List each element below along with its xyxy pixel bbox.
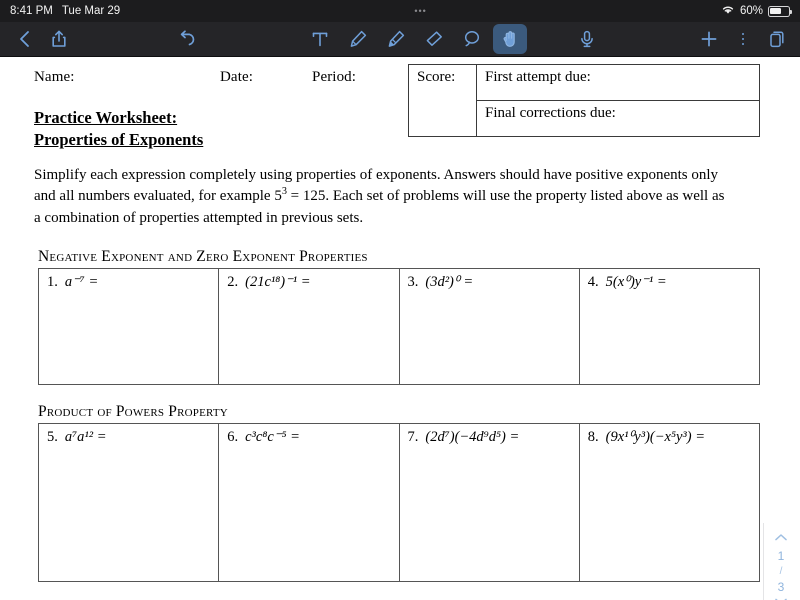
problem-number: 6. (227, 428, 239, 445)
pen-tool-icon[interactable] (341, 24, 375, 54)
problem-expression: a⁷a¹² = (64, 428, 107, 445)
problem-cell-4[interactable]: 4. 5(x⁰)y⁻¹ = (578, 267, 761, 385)
page-title: Practice Worksheet: Properties of Expone… (34, 107, 404, 151)
problem-number: 8. (587, 428, 599, 445)
page-title-line-1: Practice Worksheet: (34, 108, 178, 127)
problem-expression: (3d²)⁰ = (425, 273, 474, 290)
problem-cell-5[interactable]: 5. a⁷a¹² = (37, 422, 220, 582)
instructions-paragraph: Simplify each expression completely usin… (34, 165, 766, 230)
problem-expression: c³c⁸c⁻⁵ = (245, 428, 300, 445)
name-field-label: Name: (34, 69, 75, 85)
first-attempt-due-cell: First attempt due: (476, 64, 760, 101)
status-time: 8:41 PM (10, 5, 53, 17)
problem-expression: (2d⁷)(−4d⁹d⁵) = (425, 428, 520, 445)
problem-number: 1. (47, 273, 58, 290)
problem-number: 7. (407, 428, 419, 445)
markup-toolbar (0, 22, 800, 57)
score-box-row-1: Score: First attempt due: (408, 64, 760, 137)
problem-table-section-2: 5. a⁷a¹² = 6. c³c⁸c⁻⁵ = 7. (2d⁷)(−4d⁹d⁵) = … (37, 422, 761, 582)
multitasking-dots-icon[interactable]: ••• (414, 6, 426, 16)
status-bar: 8:41 PM Tue Mar 29 ••• 60% (0, 0, 800, 22)
toolbar-tools-group (303, 24, 527, 54)
period-field-label: Period: (312, 69, 357, 85)
page-scrubber[interactable]: 1 / 3 (766, 533, 796, 600)
share-icon[interactable] (42, 24, 76, 54)
chevron-up-icon[interactable] (774, 533, 788, 547)
score-label-cell: Score: (408, 64, 477, 137)
problem-cell-7[interactable]: 7. (2d⁷)(−4d⁹d⁵) = (398, 422, 580, 582)
text-tool-icon[interactable] (303, 24, 337, 54)
battery-icon (768, 5, 792, 17)
problem-table-section-1: 1. a⁻⁷ = 2. (21c¹⁸)⁻¹ = 3. (3d²)⁰ = 4. 5(x⁰)… (37, 267, 761, 385)
page-title-line-2: Properties of Exponents (34, 129, 204, 149)
problem-cell-3[interactable]: 3. (3d²)⁰ = (398, 267, 580, 385)
score-box: Score: First attempt due: Final correcti… (408, 64, 760, 137)
problem-cell-8[interactable]: 8. (9x¹⁰y³)(−x⁵y³) = (578, 422, 761, 582)
current-page-number: 1 (777, 548, 785, 563)
problem-expression: (21c¹⁸)⁻¹ = (245, 273, 311, 290)
document-page[interactable]: Name: Date: Period: Practice Worksheet: … (0, 57, 800, 600)
table-row: 1. a⁻⁷ = 2. (21c¹⁸)⁻¹ = 3. (3d²)⁰ = 4. 5(x⁰)… (37, 267, 761, 385)
lasso-tool-icon[interactable] (455, 24, 489, 54)
toolbar-right-group (692, 24, 794, 54)
problem-cell-2[interactable]: 2. (21c¹⁸)⁻¹ = (218, 267, 400, 385)
table-row: 5. a⁷a¹² = 6. c³c⁸c⁻⁵ = 7. (2d⁷)(−4d⁹d⁵) = … (37, 422, 761, 582)
student-fields: Name: Date: Period: (34, 63, 404, 86)
problem-cell-6[interactable]: 6. c³c⁸c⁻⁵ = (218, 422, 400, 582)
total-page-count: 3 (777, 580, 785, 595)
plus-icon[interactable] (692, 24, 726, 54)
problem-cell-1[interactable]: 1. a⁻⁷ = (37, 267, 220, 385)
date-field-label: Date: (220, 69, 253, 85)
hand-tool-icon[interactable] (493, 24, 527, 54)
worksheet-header: Name: Date: Period: Practice Worksheet: … (34, 63, 766, 151)
section-heading-product-of-powers: Product of Powers Property (38, 402, 228, 420)
problem-number: 3. (407, 273, 419, 290)
undo-icon[interactable] (170, 24, 204, 54)
status-date: Tue Mar 29 (61, 5, 121, 17)
wifi-icon (721, 4, 735, 18)
highlighter-tool-icon[interactable] (379, 24, 413, 54)
final-corrections-due-cell: Final corrections due: (476, 100, 760, 137)
worksheet: Name: Date: Period: Practice Worksheet: … (0, 57, 800, 582)
scrubber-divider (763, 523, 764, 600)
more-options-icon[interactable] (726, 24, 760, 54)
back-chevron-icon[interactable] (8, 24, 42, 54)
problem-expression: (9x¹⁰y³)(−x⁵y³) = (605, 428, 706, 445)
worksheet-header-left: Name: Date: Period: Practice Worksheet: … (34, 63, 404, 151)
battery-percent: 60% (739, 5, 763, 17)
microphone-icon[interactable] (570, 24, 604, 54)
status-bar-right: 60% (721, 4, 792, 18)
problem-expression: 5(x⁰)y⁻¹ = (605, 273, 667, 290)
pages-icon[interactable] (760, 24, 794, 54)
problem-expression: a⁻⁷ = (64, 273, 99, 290)
problem-number: 4. (587, 273, 599, 290)
status-bar-center: ••• (120, 6, 721, 16)
problem-number: 5. (47, 428, 58, 445)
problem-number: 2. (227, 273, 239, 290)
page-separator: / (779, 565, 783, 577)
toolbar-left-group (8, 24, 76, 54)
eraser-tool-icon[interactable] (417, 24, 451, 54)
status-bar-left: 8:41 PM Tue Mar 29 (10, 5, 120, 17)
section-heading-negative-zero-exponent: Negative Exponent and Zero Exponent Prop… (38, 247, 368, 265)
